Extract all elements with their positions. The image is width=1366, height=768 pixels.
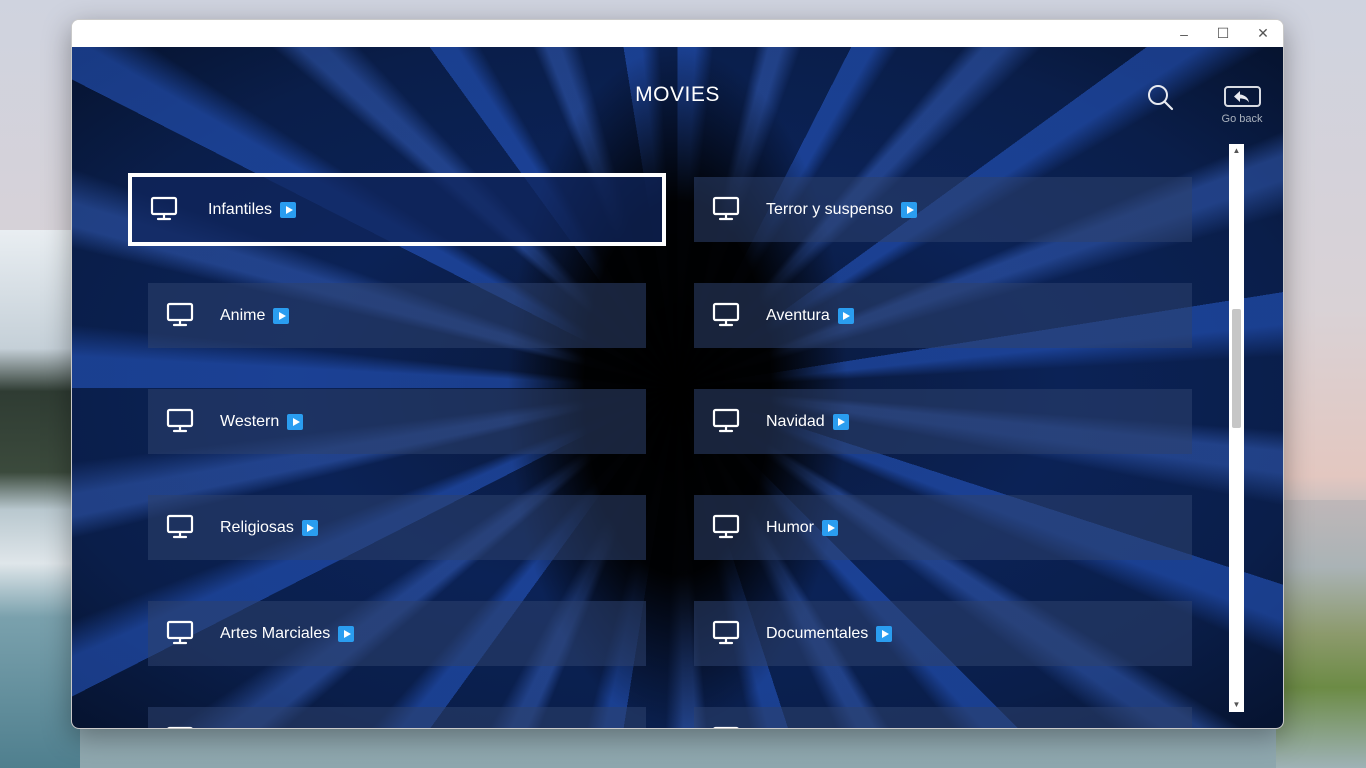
tv-icon — [150, 195, 178, 223]
category-label: Anime — [220, 306, 290, 325]
tv-icon — [166, 301, 194, 329]
category-label-text: Western — [220, 412, 280, 430]
category-label-text: Infantiles — [208, 200, 273, 218]
tv-icon — [712, 619, 740, 647]
maximize-icon: ☐ — [1216, 25, 1230, 41]
maximize-button[interactable]: ☐ — [1203, 20, 1243, 47]
play-icon — [901, 201, 918, 218]
tv-icon — [712, 195, 740, 223]
category-label: Terror y suspenso — [766, 200, 918, 219]
category-label-text: Humor — [766, 518, 815, 536]
play-icon — [273, 307, 290, 324]
desktop-wallpaper-left — [0, 230, 80, 768]
tv-icon — [166, 513, 194, 541]
search-button[interactable] — [1146, 83, 1176, 113]
tv-icon — [712, 513, 740, 541]
minimize-button[interactable]: – — [1164, 20, 1204, 47]
app-window: – ☐ ✕ MOVIES Go back Infantiles Terror y … — [71, 19, 1284, 729]
play-icon — [280, 201, 297, 218]
category-tile[interactable]: Western — [148, 389, 646, 454]
category-label-text: Artes Marciales — [220, 624, 331, 642]
back-arrow-icon — [1234, 90, 1249, 102]
scroll-up-arrow[interactable]: ▲ — [1229, 144, 1244, 158]
category-label-text: Navidad — [766, 412, 825, 430]
desktop-wallpaper-right — [1276, 500, 1366, 768]
category-label: Navidad — [766, 413, 849, 431]
category-tile[interactable]: Programas de Animados — [148, 707, 646, 728]
play-icon — [876, 625, 893, 642]
category-tile[interactable]: Documentales — [694, 601, 1192, 666]
close-button[interactable]: ✕ — [1243, 20, 1283, 47]
tv-icon — [166, 725, 194, 728]
category-label: Aventura — [766, 307, 854, 325]
play-icon — [338, 625, 355, 642]
category-label: Western — [220, 412, 304, 431]
vertical-scrollbar[interactable]: ▲ ▼ — [1229, 144, 1244, 712]
category-tile[interactable]: Humor — [694, 495, 1192, 560]
category-label-text: Aventura — [766, 306, 830, 324]
category-tile[interactable]: Aventura — [694, 283, 1192, 348]
play-icon — [822, 519, 839, 536]
tv-icon — [712, 407, 740, 435]
scroll-thumb[interactable] — [1232, 309, 1241, 428]
play-icon — [832, 413, 849, 430]
category-label: Infantiles — [208, 200, 297, 219]
scroll-down-arrow[interactable]: ▼ — [1229, 698, 1244, 712]
category-label-text: Documentales — [766, 624, 869, 642]
category-label: Artes Marciales — [220, 624, 355, 643]
play-icon — [837, 307, 854, 324]
category-tile[interactable]: Artes Marciales — [148, 601, 646, 666]
category-label: Religiosas — [220, 519, 318, 537]
category-tile[interactable]: Terror y suspenso — [694, 177, 1192, 242]
tv-icon — [712, 301, 740, 329]
play-icon — [287, 413, 304, 430]
category-label-text: Religiosas — [220, 518, 294, 536]
tv-icon — [166, 407, 194, 435]
category-tile[interactable]: Fitness — [694, 707, 1192, 728]
close-icon: ✕ — [1257, 25, 1269, 41]
category-tile[interactable]: Navidad — [694, 389, 1192, 454]
play-icon — [301, 519, 318, 536]
tv-icon — [712, 725, 740, 728]
category-label: Documentales — [766, 624, 893, 643]
category-label-text: Terror y suspenso — [766, 200, 894, 218]
minimize-icon: – — [1180, 25, 1188, 42]
search-icon — [1148, 85, 1174, 111]
category-label-text: Anime — [220, 306, 266, 324]
category-tile[interactable]: Infantiles — [128, 173, 666, 246]
category-tile[interactable]: Religiosas — [148, 495, 646, 560]
go-back-icon-frame — [1223, 86, 1261, 107]
category-tile[interactable]: Anime — [148, 283, 646, 348]
go-back-button[interactable]: Go back — [1218, 86, 1266, 132]
tv-icon — [166, 619, 194, 647]
category-label: Humor — [766, 518, 839, 537]
title-bar: – ☐ ✕ — [72, 20, 1283, 47]
app-content: MOVIES Go back Infantiles Terror y suspen… — [72, 47, 1283, 728]
page-title: MOVIES — [635, 83, 720, 106]
go-back-label: Go back — [1221, 113, 1263, 125]
category-grid: Infantiles Terror y suspenso Anime Aventura… — [72, 142, 1222, 728]
